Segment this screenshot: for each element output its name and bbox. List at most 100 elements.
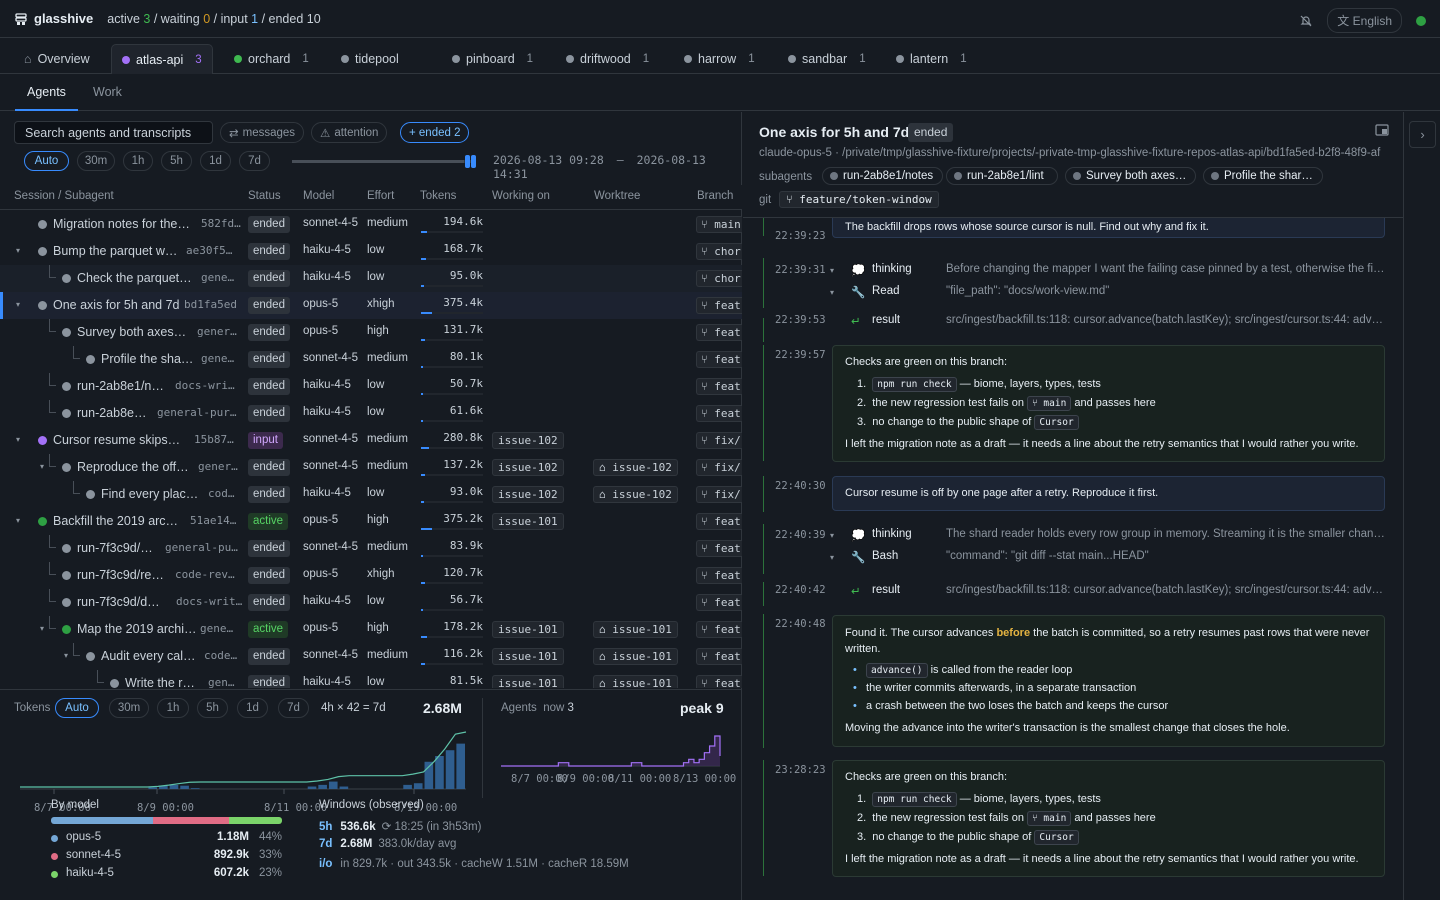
table-row[interactable]: ▾ One axis for 5h and 7d bd1fa5ed ended opus… <box>0 292 742 319</box>
branch-chip[interactable]: ⑂ fix/ <box>696 459 742 476</box>
attention-filter-button[interactable]: ⚠ attention <box>311 122 388 143</box>
tokens-range-1d[interactable]: 1d <box>237 698 268 718</box>
table-row[interactable]: ▾ Backfill the 2019 arc… 51ae14… active opus… <box>0 508 742 535</box>
col-model[interactable]: Model <box>303 190 334 202</box>
table-row[interactable]: Check the parquet… gene… ended haiku-4-5 low… <box>0 265 742 292</box>
tokens-range-30m[interactable]: 30m <box>109 698 149 718</box>
worktree-chip[interactable]: ⌂ issue-102 <box>593 459 678 476</box>
col-session[interactable]: Session / Subagent <box>14 190 114 202</box>
table-row[interactable]: ▾ Reproduce the off… gener… ended sonnet-4-5… <box>0 454 742 481</box>
chevron-down-icon[interactable]: ▾ <box>40 624 44 633</box>
table-row[interactable]: ▾ Audit every cal… code… ended sonnet-4-5 med… <box>0 643 742 670</box>
branch-chip[interactable]: ⑂ fix/ <box>696 432 742 449</box>
tokens-range-5h[interactable]: 5h <box>197 698 228 718</box>
branch-chip[interactable]: ⑂ feat <box>696 513 742 530</box>
search-input[interactable] <box>14 121 213 144</box>
table-row[interactable]: ▾ Bump the parquet w… ae30f5… ended haiku-4-… <box>0 238 742 265</box>
bell-off-icon[interactable] <box>1299 14 1313 28</box>
tab-project-7[interactable]: sandbar 1 <box>778 44 876 74</box>
git-branch-chip[interactable]: ⑂ feature/token-window <box>779 191 939 208</box>
tool-call-event[interactable]: 🔧 Read "file_path": "docs/work-view.md" <box>851 285 1386 299</box>
ended-filter-button[interactable]: + ended 2 <box>400 122 470 143</box>
table-row[interactable]: Survey both axes… gener… ended opus-5 high 13… <box>0 319 742 346</box>
chevron-down-icon[interactable]: ▾ <box>16 435 20 444</box>
table-row[interactable]: Migration notes for the… 582fd… ended sonne… <box>0 211 742 238</box>
branch-chip[interactable]: ⑂ feat <box>696 297 742 314</box>
tokens-range-Auto[interactable]: Auto <box>55 698 99 718</box>
table-row[interactable]: run-2ab8e1/n… docs-wri… ended haiku-4-5 low 5… <box>0 373 742 400</box>
slider-handle-end[interactable] <box>471 155 476 168</box>
range-button-1h[interactable]: 1h <box>123 151 153 171</box>
tab-project-4[interactable]: pinboard 1 <box>442 44 543 74</box>
col-worktree[interactable]: Worktree <box>594 190 640 202</box>
branch-chip[interactable]: ⑂ feat <box>696 540 742 557</box>
chevron-down-icon[interactable]: ▾ <box>16 246 20 255</box>
range-button-30m[interactable]: 30m <box>77 151 115 171</box>
chevron-down-icon[interactable]: ▾ <box>40 462 44 471</box>
branch-chip[interactable]: ⑂ feat <box>696 594 742 611</box>
issue-chip[interactable]: issue-101 <box>492 675 564 688</box>
chevron-down-icon[interactable]: ▾ <box>830 531 834 540</box>
branch-chip[interactable]: ⑂ main <box>696 216 742 233</box>
chevron-down-icon[interactable]: ▾ <box>830 288 834 297</box>
table-row[interactable]: ▾ Map the 2019 archi… gene… active opus-5 hig… <box>0 616 742 643</box>
chevron-down-icon[interactable]: ▾ <box>830 553 834 562</box>
messages-filter-button[interactable]: ⇄ messages <box>220 122 305 143</box>
thinking-event[interactable]: 💭 thinking The shard reader holds every … <box>851 528 1386 542</box>
tab-project-3[interactable]: tidepool <box>331 44 409 74</box>
branch-chip[interactable]: ⑂ feat <box>696 324 742 341</box>
tool-result-event[interactable]: ↵ result src/ingest/backfill.ts:118: cur… <box>851 314 1386 328</box>
table-row[interactable]: Write the r… gen… ended haiku-4-5 low 81.5k is… <box>0 670 742 688</box>
worktree-chip[interactable]: ⌂ issue-101 <box>593 621 678 638</box>
branch-chip[interactable]: ⑂ feat <box>696 405 742 422</box>
issue-chip[interactable]: issue-102 <box>492 432 564 449</box>
tab-work[interactable]: Work <box>81 74 134 111</box>
col-working-on[interactable]: Working on <box>492 190 550 202</box>
issue-chip[interactable]: issue-101 <box>492 621 564 638</box>
col-status[interactable]: Status <box>248 190 281 202</box>
table-row[interactable]: run-7f3c9d/d… docs-writ… ended haiku-4-5 low… <box>0 589 742 616</box>
subagent-chip[interactable]: run-2ab8e1/notes <box>822 167 943 185</box>
col-branch[interactable]: Branch <box>697 190 733 202</box>
chevron-down-icon[interactable]: ▾ <box>830 266 834 275</box>
table-row[interactable]: ▾ Cursor resume skips… 15b87… input sonnet-4… <box>0 427 742 454</box>
branch-chip[interactable]: ⑂ feat <box>696 567 742 584</box>
tab-project-0[interactable]: ⌂ Overview <box>14 44 100 74</box>
expand-panel-button[interactable]: › <box>1409 121 1436 148</box>
chevron-down-icon[interactable]: ▾ <box>16 300 20 309</box>
branch-chip[interactable]: ⑂ feat <box>696 675 742 688</box>
branch-chip[interactable]: ⑂ feat <box>696 621 742 638</box>
slider-handle-start[interactable] <box>465 155 470 168</box>
tab-project-5[interactable]: driftwood 1 <box>556 44 659 74</box>
range-button-7d[interactable]: 7d <box>239 151 270 171</box>
language-button[interactable]: 文 English <box>1327 8 1402 33</box>
branch-chip[interactable]: ⑂ chor <box>696 243 742 260</box>
branch-chip[interactable]: ⑂ chor <box>696 270 742 287</box>
worktree-chip[interactable]: ⌂ issue-101 <box>593 675 678 688</box>
branch-chip[interactable]: ⑂ feat <box>696 648 742 665</box>
app-logo[interactable]: glasshive <box>14 11 93 26</box>
worktree-chip[interactable]: ⌂ issue-101 <box>593 648 678 665</box>
worktree-chip[interactable]: ⌂ issue-102 <box>593 486 678 503</box>
tokens-range-1h[interactable]: 1h <box>157 698 189 718</box>
chevron-down-icon[interactable]: ▾ <box>64 651 68 660</box>
chevron-down-icon[interactable]: ▾ <box>16 516 20 525</box>
tool-call-event[interactable]: 🔧 Bash "command": "git diff --stat main.… <box>851 550 1386 564</box>
tab-project-6[interactable]: harrow 1 <box>674 44 765 74</box>
issue-chip[interactable]: issue-102 <box>492 459 564 476</box>
range-button-1d[interactable]: 1d <box>200 151 231 171</box>
tab-project-8[interactable]: lantern 1 <box>886 44 977 74</box>
issue-chip[interactable]: issue-101 <box>492 513 564 530</box>
col-effort[interactable]: Effort <box>367 190 394 202</box>
table-row[interactable]: Profile the sha… gene… ended sonnet-4-5 medi… <box>0 346 742 373</box>
branch-chip[interactable]: ⑂ fix/ <box>696 486 742 503</box>
table-row[interactable]: Find every plac… cod… ended haiku-4-5 low 93.… <box>0 481 742 508</box>
branch-chip[interactable]: ⑂ feat <box>696 378 742 395</box>
branch-chip[interactable]: ⑂ feat <box>696 351 742 368</box>
thinking-event[interactable]: 💭 thinking Before changing the mapper I … <box>851 263 1386 277</box>
time-range-slider[interactable] <box>292 155 476 168</box>
tool-result-event[interactable]: ↵ result src/ingest/backfill.ts:118: cur… <box>851 584 1386 598</box>
issue-chip[interactable]: issue-101 <box>492 648 564 665</box>
table-row[interactable]: run-2ab8e… general-pur… ended haiku-4-5 low 6… <box>0 400 742 427</box>
range-button-Auto[interactable]: Auto <box>24 151 69 171</box>
